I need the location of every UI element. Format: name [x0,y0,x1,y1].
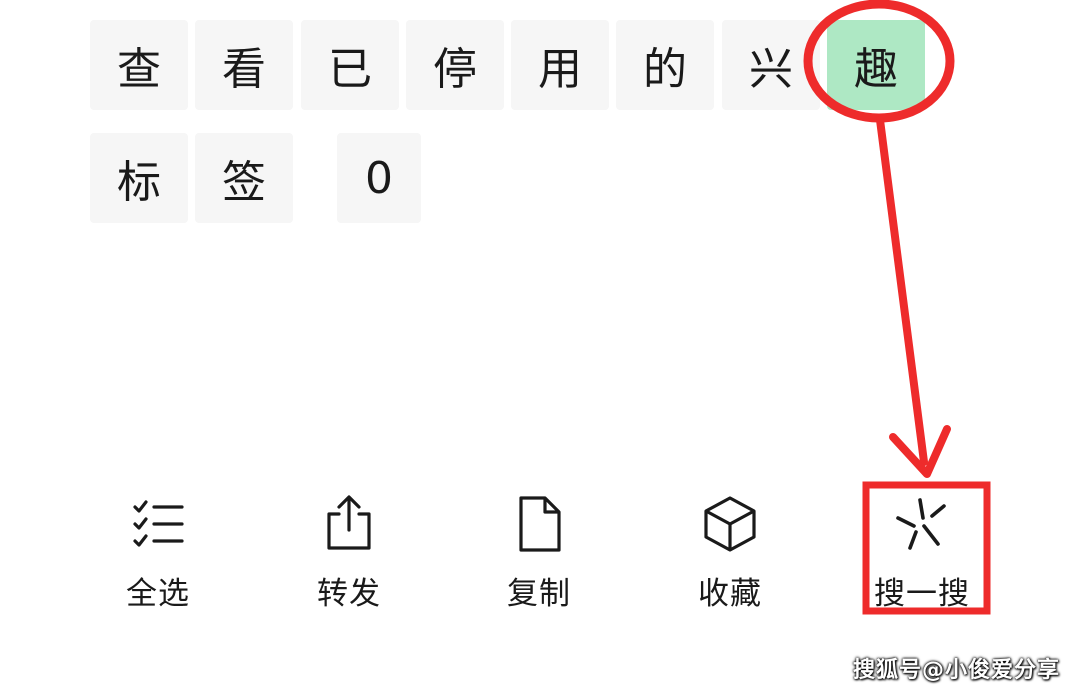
copy-button[interactable]: 复制 [479,488,599,628]
checklist-icon [133,500,184,547]
copy-label: 复制 [507,576,571,612]
char-cell[interactable]: 签 [195,133,293,223]
char-cell[interactable]: 查 [90,20,188,110]
watermark: 搜狐号@小俊爱分享 [852,658,1060,683]
document-icon [519,496,561,552]
favorite-button[interactable]: 收藏 [670,488,790,628]
char-cell[interactable]: 兴 [722,20,820,110]
share-icon [327,495,371,550]
arrow-head [889,425,951,478]
text-selection-screen: 查 看 已 停 用 的 兴 趣 标 签 0 全选 转发 复制 收藏 搜一搜 搜狐… [0,0,1080,692]
char-cell[interactable]: 停 [406,20,504,110]
select-all-button[interactable]: 全选 [98,488,218,628]
char-cell[interactable]: 0 [337,133,421,223]
forward-label: 转发 [317,576,381,612]
char-cell[interactable]: 用 [511,20,609,110]
select-all-label: 全选 [126,576,190,612]
char-cell[interactable]: 看 [195,20,293,110]
search-button[interactable]: 搜一搜 [862,488,982,628]
search-label: 搜一搜 [874,576,970,612]
char-cell[interactable]: 标 [90,133,188,223]
char-cell[interactable]: 已 [301,20,399,110]
favorite-label: 收藏 [698,576,762,612]
forward-button[interactable]: 转发 [289,488,409,628]
arrow-shaft [876,116,928,466]
search-star-icon [896,498,946,550]
char-cell[interactable]: 的 [616,20,714,110]
cube-icon [704,496,756,552]
char-cell-selected[interactable]: 趣 [827,20,925,110]
